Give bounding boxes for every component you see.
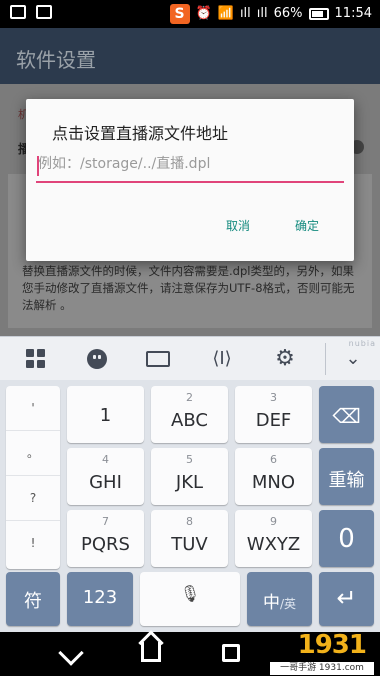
status-bar: S ⏰ 📶 ıll ıll 66% 11:54 [0, 0, 380, 28]
rewrite-key[interactable]: 重输 [319, 448, 374, 505]
lang-primary: 中 [262, 593, 280, 613]
symbol-column[interactable]: ' 。 ? ! [6, 386, 60, 569]
settings-icon[interactable]: ⚙ [271, 345, 299, 373]
keyboard-icon[interactable] [144, 345, 172, 373]
confirm-button[interactable]: 确定 [295, 217, 319, 234]
cursor-move-icon[interactable]: ⟨I⟩ [208, 345, 236, 373]
text-caret [37, 156, 39, 176]
keyboard-toolbar: ⟨I⟩ ⚙ nubia ⌄ [0, 336, 380, 380]
cancel-button[interactable]: 取消 [226, 217, 250, 234]
info-text: 替换直播源文件的时候，文件内容需要是.dpl类型的，另外，如果您手动修改了直播源… [22, 264, 355, 312]
path-input[interactable] [36, 151, 344, 183]
signal-icon: ıll [239, 6, 251, 21]
space-key[interactable]: 🎙 [140, 572, 240, 626]
grid-icon[interactable] [22, 345, 50, 373]
enter-icon: ↵ [336, 584, 357, 612]
symbol-key[interactable]: ? [6, 476, 60, 521]
symbol-key[interactable]: ! [6, 521, 60, 566]
key-4[interactable]: 4 GHI [67, 448, 144, 505]
symbol-key[interactable]: 。 [6, 431, 60, 476]
emoji-icon[interactable] [83, 345, 111, 373]
path-dialog: 点击设置直播源文件地址 取消 确定 [26, 99, 354, 261]
key-8[interactable]: 8 TUV [151, 510, 228, 567]
sogou-icon: S [169, 4, 190, 24]
microphone-icon: 🎙 [179, 584, 201, 603]
key-3[interactable]: 3 DEF [235, 386, 312, 443]
backspace-key[interactable]: ⌫ [319, 386, 374, 443]
dialog-title: 点击设置直播源文件地址 [52, 124, 229, 143]
language-switch-key[interactable]: 中/英 [247, 572, 312, 626]
alarm-icon: ⏰ [195, 6, 212, 21]
symbols-key[interactable]: 符 [6, 572, 60, 626]
edit-icon [36, 5, 52, 19]
battery-icon [308, 8, 329, 20]
key-6[interactable]: 6 MNO [235, 448, 312, 505]
back-icon[interactable] [58, 640, 84, 666]
enter-key[interactable]: ↵ [319, 572, 374, 626]
signal-icon-2: ıll [256, 6, 268, 21]
page-title: 软件设置 [0, 28, 380, 84]
key-2[interactable]: 2 ABC [151, 386, 228, 443]
watermark: 1931 一哥手游 1931.com [270, 630, 376, 676]
keyboard: ' 。 ? ! 1 2 ABC 3 DEF ⌫ 4 GHI 5 JKL 6 MN… [0, 380, 380, 632]
recent-apps-icon[interactable] [222, 644, 240, 662]
battery-level: 66% [273, 6, 303, 21]
image-icon [10, 5, 26, 19]
clock: 11:54 [334, 6, 372, 21]
key-7[interactable]: 7 PQRS [67, 510, 144, 567]
collapse-icon[interactable]: ⌄ [339, 345, 367, 373]
toolbar-divider [325, 343, 326, 375]
key-1[interactable]: 1 [67, 386, 144, 443]
home-icon[interactable] [141, 642, 161, 662]
key-9[interactable]: 9 WXYZ [235, 510, 312, 567]
numbers-key[interactable]: 123 [67, 572, 133, 626]
lang-secondary: /英 [279, 597, 297, 611]
key-5[interactable]: 5 JKL [151, 448, 228, 505]
watermark-logo: 1931 [297, 630, 367, 660]
key-0[interactable]: 0 [319, 510, 374, 567]
backspace-icon: ⌫ [332, 404, 361, 428]
symbol-key[interactable]: ' [6, 386, 60, 431]
wifi-icon: 📶 [217, 6, 234, 21]
watermark-caption: 一哥手游 1931.com [270, 662, 374, 675]
